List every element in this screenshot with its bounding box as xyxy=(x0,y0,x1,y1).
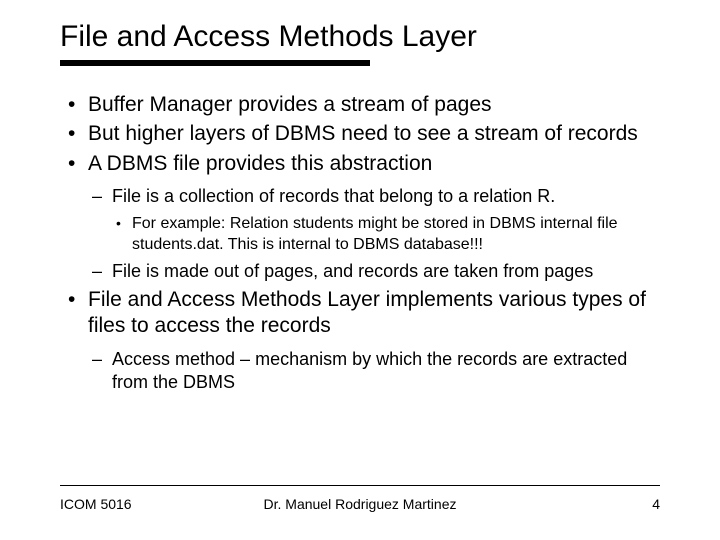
sub-sub-bullet-item: For example: Relation students might be … xyxy=(112,214,660,256)
sub-bullet-item: Access method – mechanism by which the r… xyxy=(88,348,660,395)
bullet-text: A DBMS file provides this abstraction xyxy=(88,152,432,175)
slide-title: File and Access Methods Layer xyxy=(60,20,660,54)
bullet-item: Buffer Manager provides a stream of page… xyxy=(60,92,660,118)
bullet-text: Access method – mechanism by which the r… xyxy=(112,349,627,392)
sub-bullet-item: File is made out of pages, and records a… xyxy=(88,260,660,283)
bullet-list: Buffer Manager provides a stream of page… xyxy=(60,92,660,394)
title-underline xyxy=(60,60,370,66)
footer-divider xyxy=(60,485,660,486)
bullet-text: File and Access Methods Layer implements… xyxy=(88,288,646,337)
slide-content: File and Access Methods Layer Buffer Man… xyxy=(0,20,720,394)
footer-course: ICOM 5016 xyxy=(60,496,132,512)
slide-footer: ICOM 5016 Dr. Manuel Rodriguez Martinez … xyxy=(60,496,660,512)
bullet-text: For example: Relation students might be … xyxy=(132,215,618,253)
bullet-text: Buffer Manager provides a stream of page… xyxy=(88,93,492,116)
bullet-item: A DBMS file provides this abstraction Fi… xyxy=(60,151,660,284)
bullet-item: But higher layers of DBMS need to see a … xyxy=(60,121,660,147)
bullet-item: File and Access Methods Layer implements… xyxy=(60,287,660,394)
footer-page: 4 xyxy=(652,496,660,512)
bullet-text: File is made out of pages, and records a… xyxy=(112,261,593,281)
bullet-text: But higher layers of DBMS need to see a … xyxy=(88,122,638,145)
bullet-text: File is a collection of records that bel… xyxy=(112,186,555,206)
sub-bullet-item: File is a collection of records that bel… xyxy=(88,185,660,256)
sub-sub-bullet-list: For example: Relation students might be … xyxy=(112,214,660,256)
footer-author: Dr. Manuel Rodriguez Martinez xyxy=(264,496,457,512)
sub-bullet-list: Access method – mechanism by which the r… xyxy=(88,348,660,395)
sub-bullet-list: File is a collection of records that bel… xyxy=(88,185,660,283)
